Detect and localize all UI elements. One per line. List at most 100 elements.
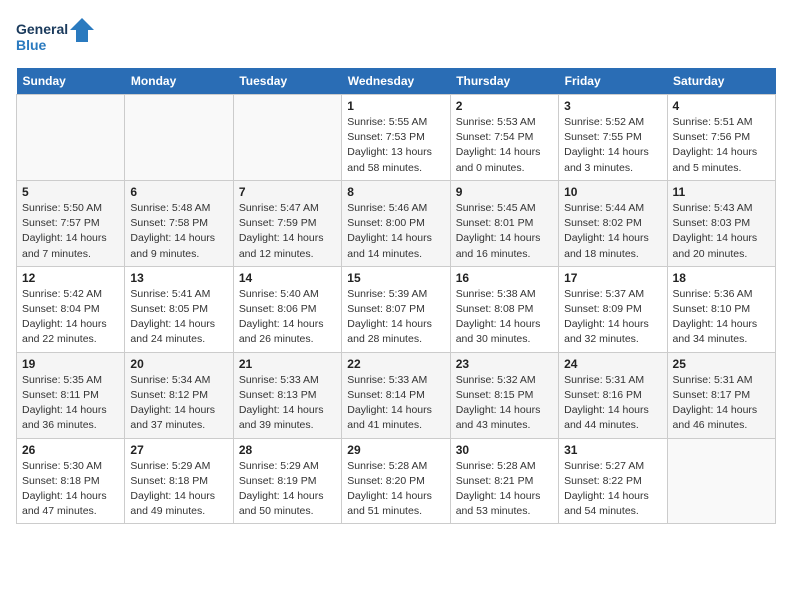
weekday-header-wednesday: Wednesday — [342, 68, 450, 95]
day-number: 18 — [673, 271, 770, 285]
calendar-cell — [233, 95, 341, 181]
logo: General Blue — [16, 16, 96, 56]
day-info: Sunrise: 5:50 AM Sunset: 7:57 PM Dayligh… — [22, 201, 119, 262]
day-number: 4 — [673, 99, 770, 113]
day-number: 24 — [564, 357, 661, 371]
calendar-week-row: 26 Sunrise: 5:30 AM Sunset: 8:18 PM Dayli… — [17, 438, 776, 524]
day-info: Sunrise: 5:29 AM Sunset: 8:18 PM Dayligh… — [130, 459, 227, 520]
day-number: 30 — [456, 443, 553, 457]
calendar-cell: 11 Sunrise: 5:43 AM Sunset: 8:03 PM Dayli… — [667, 180, 775, 266]
day-number: 21 — [239, 357, 336, 371]
day-info: Sunrise: 5:51 AM Sunset: 7:56 PM Dayligh… — [673, 115, 770, 176]
day-info: Sunrise: 5:36 AM Sunset: 8:10 PM Dayligh… — [673, 287, 770, 348]
day-number: 29 — [347, 443, 444, 457]
calendar-cell: 10Sunrise: 5:44 AM Sunset: 8:02 PM Dayli… — [559, 180, 667, 266]
day-info: Sunrise: 5:31 AM Sunset: 8:17 PM Dayligh… — [673, 373, 770, 434]
calendar-cell: 29 Sunrise: 5:28 AM Sunset: 8:20 PM Dayli… — [342, 438, 450, 524]
calendar-cell: 6 Sunrise: 5:48 AM Sunset: 7:58 PM Daylig… — [125, 180, 233, 266]
calendar-cell: 24Sunrise: 5:31 AM Sunset: 8:16 PM Dayli… — [559, 352, 667, 438]
calendar-cell: 18 Sunrise: 5:36 AM Sunset: 8:10 PM Dayli… — [667, 266, 775, 352]
day-number: 12 — [22, 271, 119, 285]
day-number: 31 — [564, 443, 661, 457]
calendar-cell: 12 Sunrise: 5:42 AM Sunset: 8:04 PM Dayli… — [17, 266, 125, 352]
calendar-cell: 30 Sunrise: 5:28 AM Sunset: 8:21 PM Dayli… — [450, 438, 558, 524]
day-info: Sunrise: 5:27 AM Sunset: 8:22 PM Dayligh… — [564, 459, 661, 520]
day-number: 6 — [130, 185, 227, 199]
weekday-header-tuesday: Tuesday — [233, 68, 341, 95]
day-info: Sunrise: 5:34 AM Sunset: 8:12 PM Dayligh… — [130, 373, 227, 434]
day-number: 23 — [456, 357, 553, 371]
day-number: 28 — [239, 443, 336, 457]
calendar-cell: 17Sunrise: 5:37 AM Sunset: 8:09 PM Dayli… — [559, 266, 667, 352]
day-info: Sunrise: 5:40 AM Sunset: 8:06 PM Dayligh… — [239, 287, 336, 348]
calendar-week-row: 1 Sunrise: 5:55 AM Sunset: 7:53 PM Daylig… — [17, 95, 776, 181]
day-number: 5 — [22, 185, 119, 199]
day-info: Sunrise: 5:47 AM Sunset: 7:59 PM Dayligh… — [239, 201, 336, 262]
day-number: 2 — [456, 99, 553, 113]
calendar-cell — [125, 95, 233, 181]
weekday-header-row: SundayMondayTuesdayWednesdayThursdayFrid… — [17, 68, 776, 95]
weekday-header-friday: Friday — [559, 68, 667, 95]
calendar-cell: 22 Sunrise: 5:33 AM Sunset: 8:14 PM Dayli… — [342, 352, 450, 438]
calendar-cell: 1 Sunrise: 5:55 AM Sunset: 7:53 PM Daylig… — [342, 95, 450, 181]
day-number: 15 — [347, 271, 444, 285]
calendar-cell: 7 Sunrise: 5:47 AM Sunset: 7:59 PM Daylig… — [233, 180, 341, 266]
day-info: Sunrise: 5:29 AM Sunset: 8:19 PM Dayligh… — [239, 459, 336, 520]
day-info: Sunrise: 5:28 AM Sunset: 8:21 PM Dayligh… — [456, 459, 553, 520]
day-info: Sunrise: 5:45 AM Sunset: 8:01 PM Dayligh… — [456, 201, 553, 262]
day-info: Sunrise: 5:44 AM Sunset: 8:02 PM Dayligh… — [564, 201, 661, 262]
day-number: 13 — [130, 271, 227, 285]
day-info: Sunrise: 5:53 AM Sunset: 7:54 PM Dayligh… — [456, 115, 553, 176]
day-info: Sunrise: 5:48 AM Sunset: 7:58 PM Dayligh… — [130, 201, 227, 262]
calendar-cell: 2 Sunrise: 5:53 AM Sunset: 7:54 PM Daylig… — [450, 95, 558, 181]
day-info: Sunrise: 5:28 AM Sunset: 8:20 PM Dayligh… — [347, 459, 444, 520]
day-number: 7 — [239, 185, 336, 199]
day-number: 8 — [347, 185, 444, 199]
svg-text:Blue: Blue — [16, 37, 47, 53]
calendar-cell: 25 Sunrise: 5:31 AM Sunset: 8:17 PM Dayli… — [667, 352, 775, 438]
weekday-header-sunday: Sunday — [17, 68, 125, 95]
calendar-table: SundayMondayTuesdayWednesdayThursdayFrid… — [16, 68, 776, 524]
calendar-cell: 28 Sunrise: 5:29 AM Sunset: 8:19 PM Dayli… — [233, 438, 341, 524]
calendar-cell: 4 Sunrise: 5:51 AM Sunset: 7:56 PM Daylig… — [667, 95, 775, 181]
day-info: Sunrise: 5:41 AM Sunset: 8:05 PM Dayligh… — [130, 287, 227, 348]
day-number: 9 — [456, 185, 553, 199]
calendar-cell: 19 Sunrise: 5:35 AM Sunset: 8:11 PM Dayli… — [17, 352, 125, 438]
day-number: 1 — [347, 99, 444, 113]
calendar-week-row: 5 Sunrise: 5:50 AM Sunset: 7:57 PM Daylig… — [17, 180, 776, 266]
calendar-cell — [667, 438, 775, 524]
calendar-cell: 31 Sunrise: 5:27 AM Sunset: 8:22 PM Dayli… — [559, 438, 667, 524]
day-number: 11 — [673, 185, 770, 199]
day-number: 26 — [22, 443, 119, 457]
day-info: Sunrise: 5:30 AM Sunset: 8:18 PM Dayligh… — [22, 459, 119, 520]
day-info: Sunrise: 5:33 AM Sunset: 8:14 PM Dayligh… — [347, 373, 444, 434]
day-info: Sunrise: 5:33 AM Sunset: 8:13 PM Dayligh… — [239, 373, 336, 434]
day-info: Sunrise: 5:35 AM Sunset: 8:11 PM Dayligh… — [22, 373, 119, 434]
calendar-cell: 21 Sunrise: 5:33 AM Sunset: 8:13 PM Dayli… — [233, 352, 341, 438]
day-number: 20 — [130, 357, 227, 371]
day-number: 16 — [456, 271, 553, 285]
day-info: Sunrise: 5:32 AM Sunset: 8:15 PM Dayligh… — [456, 373, 553, 434]
calendar-cell: 20 Sunrise: 5:34 AM Sunset: 8:12 PM Dayli… — [125, 352, 233, 438]
calendar-cell — [17, 95, 125, 181]
calendar-cell: 26 Sunrise: 5:30 AM Sunset: 8:18 PM Dayli… — [17, 438, 125, 524]
weekday-header-monday: Monday — [125, 68, 233, 95]
svg-text:General: General — [16, 21, 68, 37]
day-number: 22 — [347, 357, 444, 371]
day-info: Sunrise: 5:52 AM Sunset: 7:55 PM Dayligh… — [564, 115, 661, 176]
day-number: 17 — [564, 271, 661, 285]
calendar-cell: 16Sunrise: 5:38 AM Sunset: 8:08 PM Dayli… — [450, 266, 558, 352]
calendar-cell: 5 Sunrise: 5:50 AM Sunset: 7:57 PM Daylig… — [17, 180, 125, 266]
day-info: Sunrise: 5:42 AM Sunset: 8:04 PM Dayligh… — [22, 287, 119, 348]
day-info: Sunrise: 5:55 AM Sunset: 7:53 PM Dayligh… — [347, 115, 444, 176]
calendar-cell: 3Sunrise: 5:52 AM Sunset: 7:55 PM Daylig… — [559, 95, 667, 181]
calendar-cell: 27Sunrise: 5:29 AM Sunset: 8:18 PM Dayli… — [125, 438, 233, 524]
logo-svg: General Blue — [16, 16, 96, 56]
day-number: 19 — [22, 357, 119, 371]
calendar-week-row: 12 Sunrise: 5:42 AM Sunset: 8:04 PM Dayli… — [17, 266, 776, 352]
weekday-header-thursday: Thursday — [450, 68, 558, 95]
day-info: Sunrise: 5:43 AM Sunset: 8:03 PM Dayligh… — [673, 201, 770, 262]
day-info: Sunrise: 5:46 AM Sunset: 8:00 PM Dayligh… — [347, 201, 444, 262]
day-number: 25 — [673, 357, 770, 371]
calendar-cell: 14Sunrise: 5:40 AM Sunset: 8:06 PM Dayli… — [233, 266, 341, 352]
